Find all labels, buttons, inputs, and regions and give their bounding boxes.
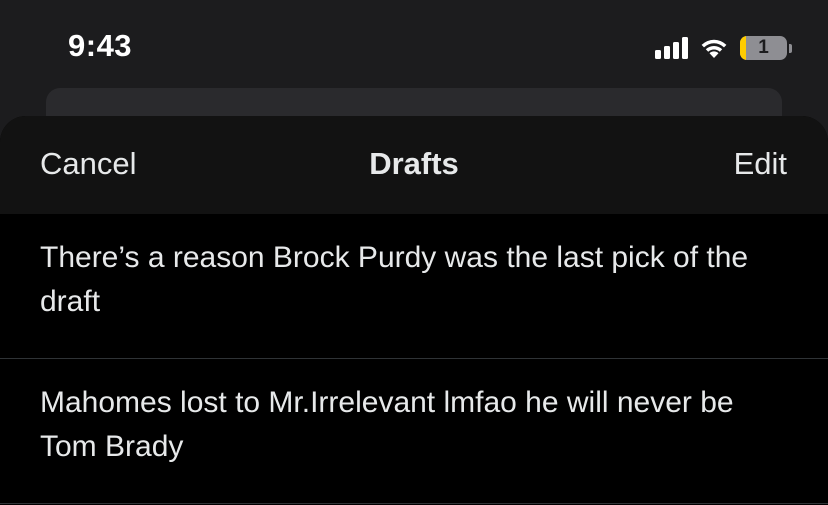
draft-text: There’s a reason Brock Purdy was the las…	[40, 241, 749, 318]
battery-icon: 1	[740, 36, 792, 60]
page-title: Drafts	[369, 146, 459, 181]
nav-bar: Cancel Drafts Edit	[0, 116, 828, 214]
signal-icon	[655, 37, 688, 59]
battery-level: 1	[758, 37, 769, 58]
status-icons: 1	[655, 36, 792, 60]
draft-item[interactable]: There’s a reason Brock Purdy was the las…	[0, 214, 828, 359]
drafts-sheet: Cancel Drafts Edit There’s a reason Broc…	[0, 116, 828, 505]
drafts-screen: 9:43 1 Cancel Drafts Edit There’s a reas…	[0, 0, 828, 505]
wifi-icon	[698, 36, 730, 60]
draft-list: There’s a reason Brock Purdy was the las…	[0, 214, 828, 504]
battery-body: 1	[740, 36, 787, 60]
edit-button[interactable]: Edit	[734, 146, 787, 182]
status-bar: 9:43 1	[0, 0, 828, 100]
battery-cap	[789, 43, 792, 53]
status-time: 9:43	[68, 28, 133, 63]
draft-text: Mahomes lost to Mr.Irrelevant lmfao he w…	[40, 386, 734, 463]
draft-item[interactable]: Mahomes lost to Mr.Irrelevant lmfao he w…	[0, 359, 828, 504]
